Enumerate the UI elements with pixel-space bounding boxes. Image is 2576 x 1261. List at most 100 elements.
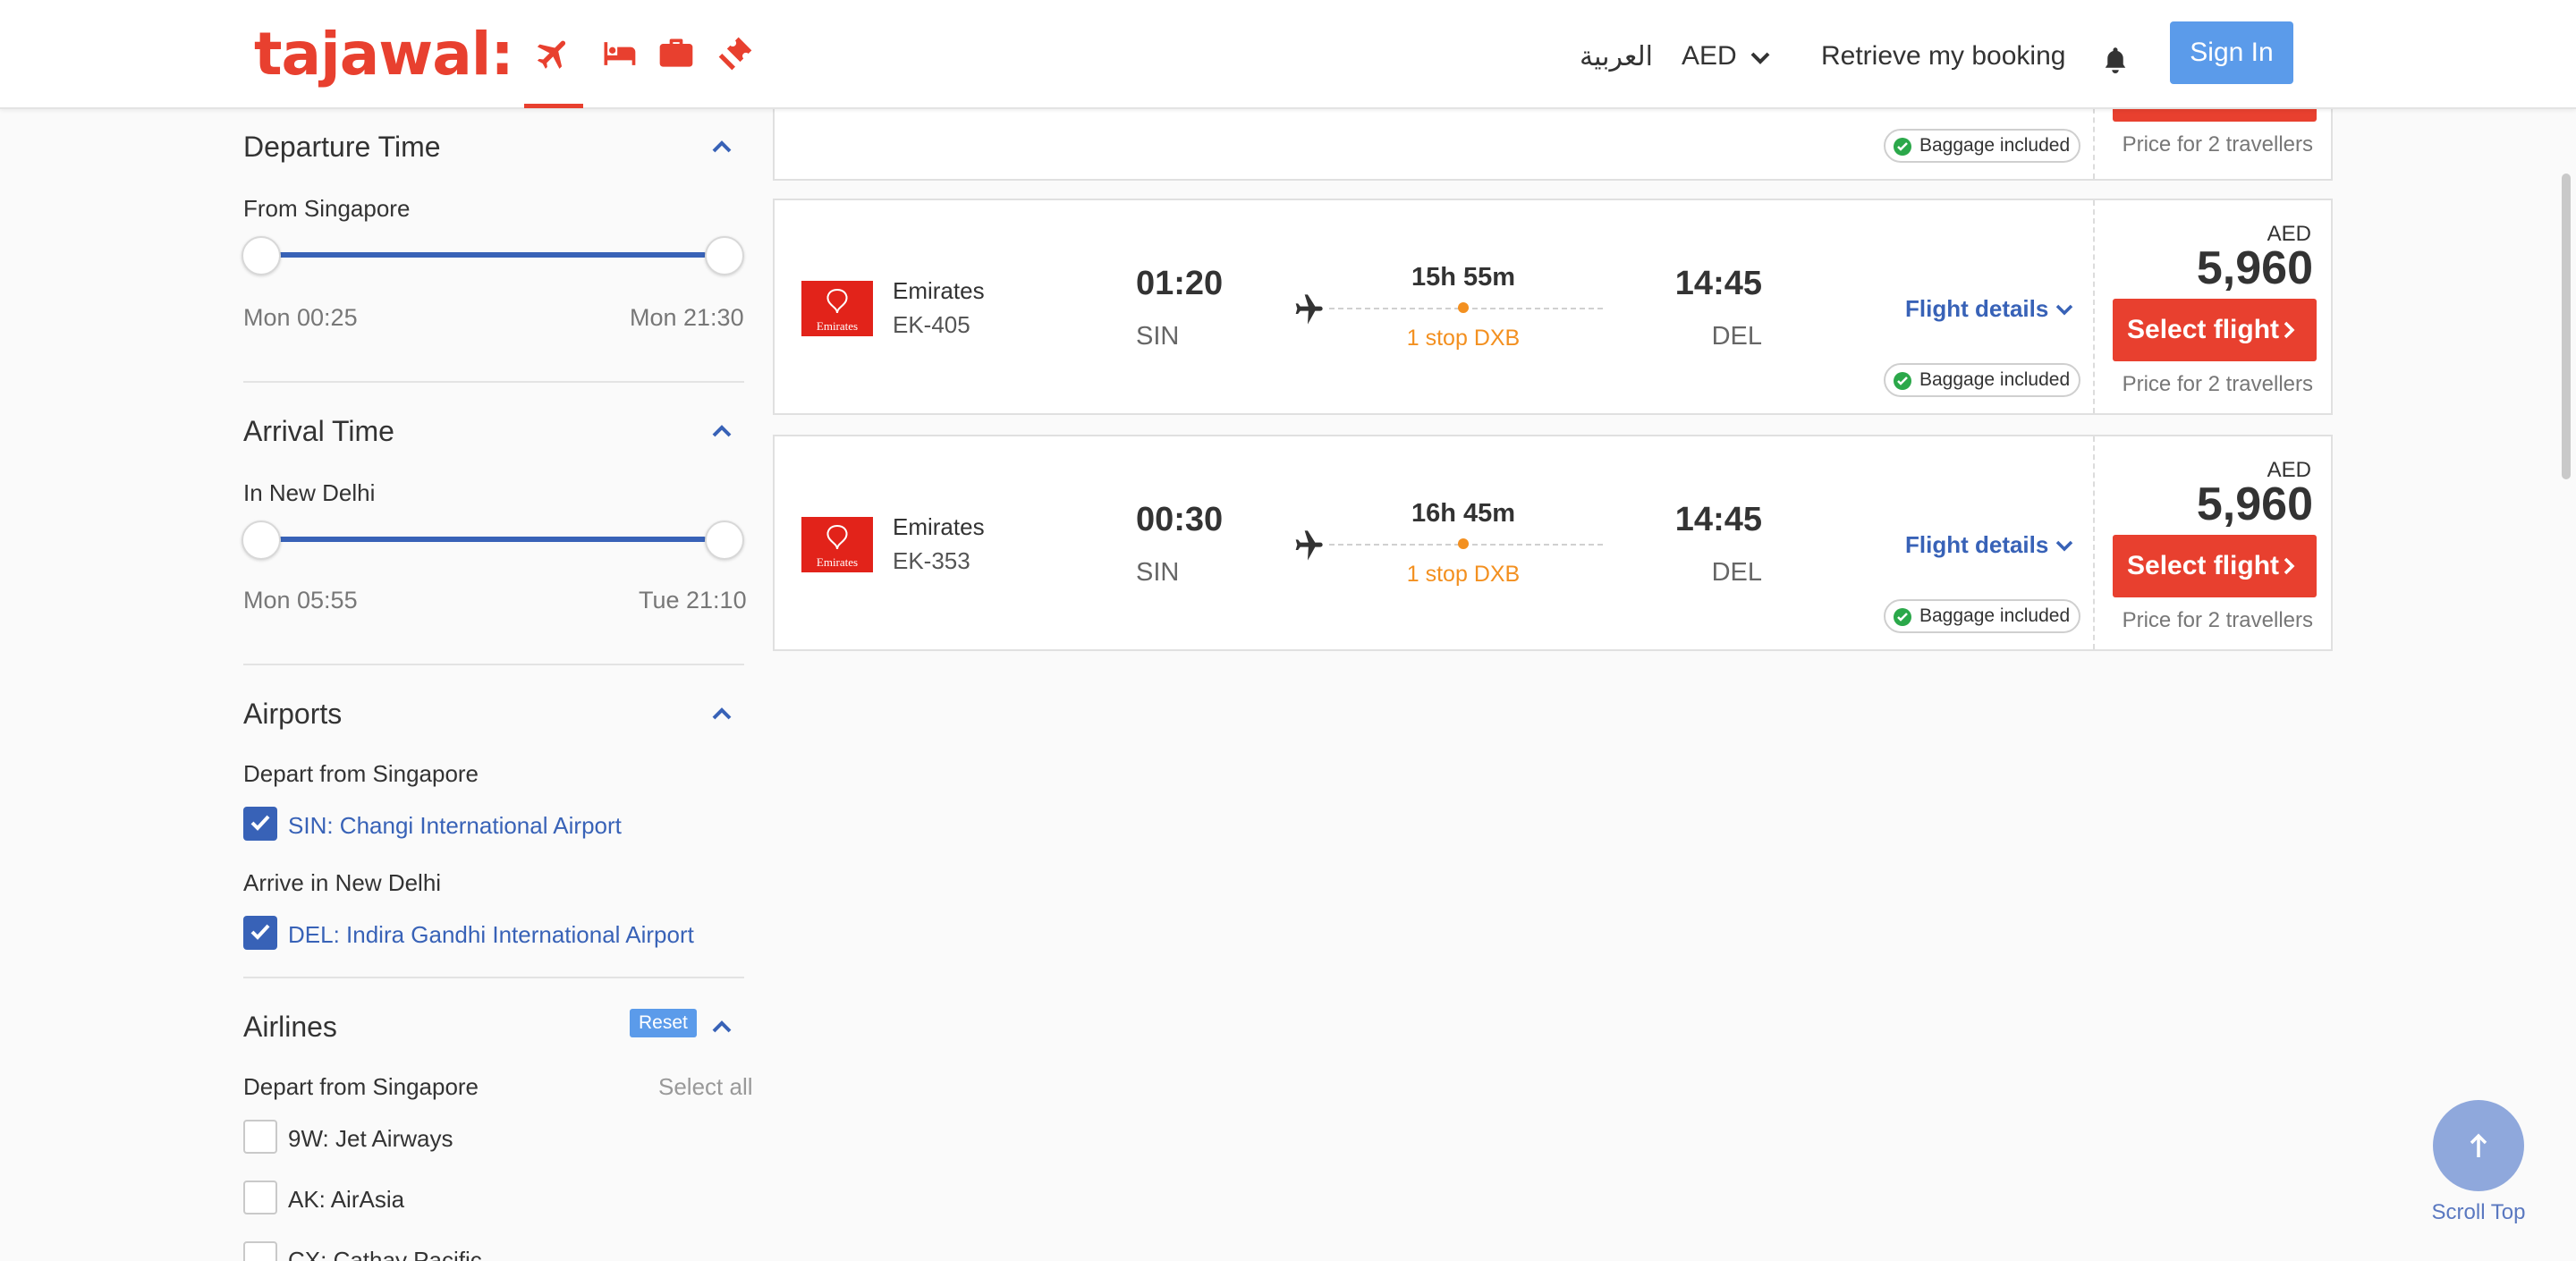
divider [243,381,744,383]
departure-airport-code: SIN [1136,322,1180,351]
sin-airport-label[interactable]: SIN: Changi International Airport [288,812,622,840]
departure-max-value: Mon 21:30 [630,304,744,331]
arrival-airport-code: DEL [1711,322,1762,351]
check-icon [250,815,270,831]
divider [243,977,744,978]
flight-number: EK-353 [893,547,970,574]
stops-info: 1 stop DXB [1406,326,1521,351]
currency-select[interactable]: AED [1682,41,1737,72]
departure-min-handle[interactable] [242,236,281,275]
departure-time: 00:30 [1136,501,1224,538]
baggage-badge: Baggage included [1884,599,2081,633]
baggage-badge: Baggage included [1884,129,2081,163]
arrival-time: 14:45 [1674,265,1762,302]
arrival-airport-code: DEL [1711,558,1762,587]
flight-card[interactable]: Emirates Emirates EK-353 00:30 SIN 16h 4… [773,435,2333,651]
chevron-right-icon [2284,557,2295,575]
arrival-time-title: Arrival Time [243,415,394,447]
airline-checkbox[interactable] [243,1181,277,1214]
baggage-badge: Baggage included [1884,363,2081,397]
plane-icon [1295,530,1323,561]
select-flight-button[interactable]: Select flight [2113,299,2317,361]
flight-details-link[interactable]: Flight details [1905,531,2048,559]
hotel-icon[interactable] [599,34,639,73]
airline-name: Emirates [893,513,985,540]
price-separator [2093,200,2095,413]
departure-time: 01:20 [1136,265,1224,302]
airline-label[interactable]: AK: AirAsia [288,1186,404,1214]
arrival-range-track [277,537,707,542]
flight-number: EK-405 [893,311,970,338]
sign-in-button[interactable]: Sign In [2170,21,2293,84]
arrival-max-handle[interactable] [705,520,744,560]
departure-min-value: Mon 00:25 [243,304,358,331]
arrival-time: 14:45 [1674,501,1762,538]
arrival-min-value: Mon 05:55 [243,587,358,614]
airports-title: Airports [243,698,343,730]
retrieve-booking-link[interactable]: Retrieve my booking [1821,41,2065,72]
arrival-min-handle[interactable] [242,520,281,560]
del-airport-label[interactable]: DEL: Indira Gandhi International Airport [288,921,694,949]
chevron-down-icon[interactable] [2055,540,2073,553]
tajawal-logo[interactable]: tajawal: [254,20,514,89]
flight-duration: 16h 45m [1411,499,1516,528]
airlines-title: Airlines [243,1011,337,1043]
chevron-up-icon[interactable] [711,424,733,438]
svg-text:Emirates: Emirates [817,319,858,333]
plane-icon [1295,294,1323,325]
depart-from-label: Depart from Singapore [243,760,479,787]
page-scrollbar[interactable] [2562,173,2571,479]
price-note: Price for 2 travellers [2122,608,2313,632]
svg-text:Emirates: Emirates [817,555,858,569]
airlines-depart-label: Depart from Singapore [243,1073,479,1100]
chevron-right-icon [2284,321,2295,339]
departure-airport-code: SIN [1136,558,1180,587]
airlines-reset-button[interactable]: Reset [630,1009,697,1037]
airline-name: Emirates [893,277,985,304]
divider [243,664,744,665]
airline-checkbox[interactable] [243,1120,277,1154]
flight-details-link[interactable]: Flight details [1905,295,2048,323]
check-circle-icon [1894,372,1911,390]
select-flight-button[interactable]: Select flight [2113,535,2317,597]
select-all-link[interactable]: Select all [658,1073,753,1101]
chevron-down-icon[interactable] [1750,50,1771,66]
arrival-in-label: In New Delhi [243,479,376,506]
bell-icon[interactable] [2102,45,2129,75]
price-separator [2093,436,2095,649]
arrival-max-value: Tue 21:10 [639,587,747,614]
price-note: Price for 2 travellers [2122,372,2313,396]
departure-from-label: From Singapore [243,195,411,222]
departure-max-handle[interactable] [705,236,744,275]
del-airport-checkbox[interactable] [243,916,277,950]
language-link[interactable]: العربية [1580,41,1653,72]
flight-duration: 15h 55m [1411,263,1516,292]
flight-price: 5,960 [2196,478,2313,530]
airline-label[interactable]: 9W: Jet Airways [288,1125,453,1153]
sin-airport-checkbox[interactable] [243,807,277,841]
flight-price: 5,960 [2196,242,2313,294]
packages-icon[interactable] [657,34,696,73]
emirates-logo-mark: Emirates [817,288,858,333]
scroll-top-button[interactable] [2433,1100,2524,1191]
airline-label[interactable]: CX: Cathay Pacific [288,1247,482,1261]
nav-active-indicator [524,104,583,108]
check-circle-icon [1894,608,1911,626]
chevron-up-icon[interactable] [711,1020,733,1034]
activities-icon[interactable] [716,34,755,73]
flight-icon[interactable] [534,34,573,73]
stop-dot [1458,538,1469,549]
stop-dot [1458,302,1469,313]
flight-card[interactable]: Emirates Emirates EK-405 01:20 SIN 15h 5… [773,199,2333,415]
chevron-up-icon[interactable] [711,140,733,154]
emirates-logo-mark: Emirates [817,524,858,569]
emirates-logo: Emirates [801,517,873,572]
arrive-in-label: Arrive in New Delhi [243,869,442,896]
emirates-logo: Emirates [801,281,873,336]
arrow-up-icon [2470,1133,2487,1157]
airline-checkbox[interactable] [243,1241,277,1261]
scroll-top-label[interactable]: Scroll Top [2415,1200,2542,1225]
check-icon [250,924,270,940]
chevron-up-icon[interactable] [711,707,733,721]
chevron-down-icon[interactable] [2055,304,2073,317]
